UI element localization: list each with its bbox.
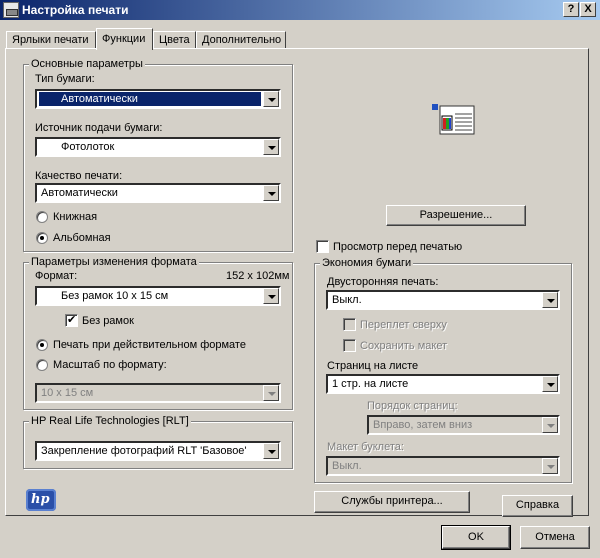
basic-options-title: Основные параметры: [29, 58, 145, 71]
pages-per-sheet-select[interactable]: 1 стр. на листе: [326, 374, 560, 394]
chevron-down-icon[interactable]: [263, 91, 279, 107]
booklet-select[interactable]: Выкл.: [326, 456, 560, 476]
booklet-value: Выкл.: [332, 460, 362, 472]
landscape-radio[interactable]: [36, 232, 48, 244]
format-select[interactable]: Без рамок 10 x 15 см: [35, 286, 281, 306]
paper-type-value: Автоматически: [39, 92, 261, 106]
print-quality-label: Качество печати:: [35, 170, 123, 182]
print-quality-value: Автоматически: [41, 187, 118, 199]
resolution-button[interactable]: Разрешение...: [386, 205, 526, 226]
printer-services-button[interactable]: Службы принтера...: [314, 491, 470, 513]
paper-source-value: Фотолоток: [61, 141, 115, 153]
landscape-label[interactable]: Альбомная: [53, 232, 111, 245]
duplex-select[interactable]: Выкл.: [326, 290, 560, 310]
hp-logo-text: hp: [31, 492, 50, 507]
page-order-label: Порядок страниц:: [367, 400, 458, 412]
paper-type-select[interactable]: Автоматически: [35, 89, 281, 109]
page-order-value: Вправо, затем вниз: [373, 419, 473, 431]
format-size-label: 152 x 102мм: [226, 270, 290, 282]
borderless-label[interactable]: Без рамок: [82, 315, 134, 328]
print-quality-select[interactable]: Автоматически: [35, 183, 281, 203]
chevron-down-icon[interactable]: [263, 443, 279, 459]
page-layout-preview-icon: [432, 104, 475, 135]
format-value: Без рамок 10 x 15 см: [61, 290, 169, 302]
pages-per-sheet-label: Страниц на листе: [327, 360, 419, 372]
flip-top-label[interactable]: Переплет сверху: [360, 319, 447, 332]
chevron-down-icon[interactable]: [263, 139, 279, 155]
chevron-down-icon[interactable]: [263, 385, 279, 401]
page-order-select[interactable]: Вправо, затем вниз: [367, 415, 560, 435]
print-settings-dialog: Настройка печати ? X Ярлыки печати Функц…: [0, 0, 600, 558]
duplex-value: Выкл.: [332, 294, 362, 306]
rlt-select[interactable]: Закрепление фотографий RLT 'Базовое': [35, 441, 281, 461]
keep-layout-label[interactable]: Сохранить макет: [360, 340, 447, 353]
portrait-label[interactable]: Книжная: [53, 211, 97, 224]
cancel-button[interactable]: Отмена: [520, 526, 590, 549]
paper-type-label: Тип бумаги:: [35, 73, 95, 85]
resize-options-title: Параметры изменения формата: [29, 256, 199, 269]
chevron-down-icon[interactable]: [542, 292, 558, 308]
print-preview-checkbox[interactable]: [316, 240, 329, 253]
print-preview-label[interactable]: Просмотр перед печатью: [333, 241, 462, 254]
features-content: Основные параметры Тип бумаги: Автоматич…: [0, 0, 600, 558]
format-label: Формат:: [35, 270, 78, 282]
scale-to-fit-label[interactable]: Масштаб по формату:: [53, 359, 167, 372]
scale-select[interactable]: 10 x 15 см: [35, 383, 281, 403]
chevron-down-icon[interactable]: [542, 376, 558, 392]
paper-source-label: Источник подачи бумаги:: [35, 122, 163, 134]
actual-size-radio[interactable]: [36, 339, 48, 351]
chevron-down-icon[interactable]: [263, 288, 279, 304]
keep-layout-checkbox[interactable]: [343, 339, 356, 352]
pages-per-sheet-value: 1 стр. на листе: [332, 378, 409, 390]
scale-value: 10 x 15 см: [41, 387, 94, 399]
chevron-down-icon[interactable]: [542, 458, 558, 474]
flip-top-checkbox[interactable]: [343, 318, 356, 331]
duplex-label: Двусторонняя печать:: [327, 276, 439, 288]
booklet-label: Макет буклета:: [327, 441, 404, 453]
scale-to-fit-radio[interactable]: [36, 359, 48, 371]
help-button[interactable]: Справка: [502, 495, 573, 517]
paper-economy-title: Экономия бумаги: [320, 257, 414, 270]
borderless-checkbox[interactable]: [65, 313, 78, 327]
actual-size-label[interactable]: Печать при действительном формате: [53, 339, 246, 352]
portrait-radio[interactable]: [36, 211, 48, 223]
ok-button[interactable]: OK: [441, 525, 511, 550]
rlt-title: HP Real Life Technologies [RLT]: [29, 415, 191, 428]
paper-source-select[interactable]: Фотолоток: [35, 137, 281, 157]
chevron-down-icon[interactable]: [542, 417, 558, 433]
hp-logo: hp: [26, 489, 56, 511]
rlt-value: Закрепление фотографий RLT 'Базовое': [41, 445, 247, 457]
chevron-down-icon[interactable]: [263, 185, 279, 201]
